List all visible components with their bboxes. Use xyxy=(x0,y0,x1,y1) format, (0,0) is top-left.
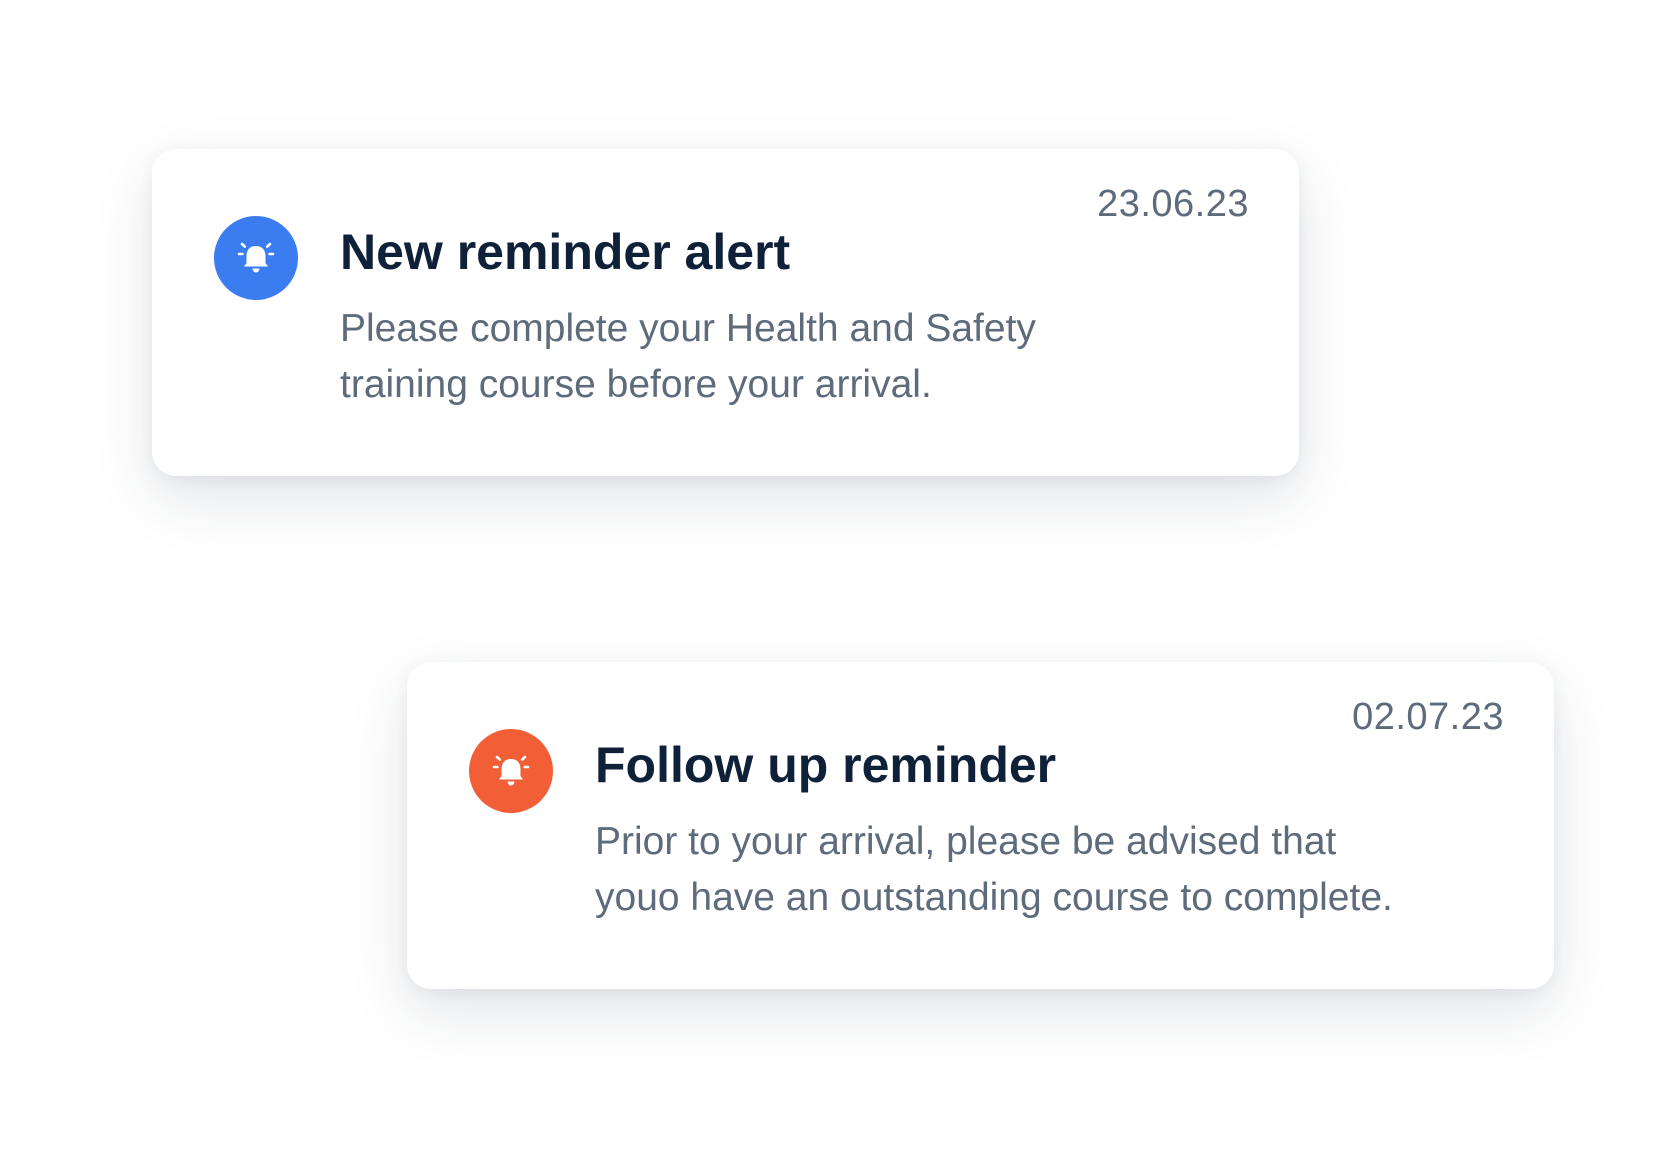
bell-alert-icon xyxy=(214,216,298,300)
notification-date: 23.06.23 xyxy=(1097,183,1249,225)
notification-message-line: youo have an outstanding course to compl… xyxy=(595,876,1393,919)
notification-message: Please complete your Health and Safety t… xyxy=(340,301,1240,413)
notification-message-line: Prior to your arrival, please be advised… xyxy=(595,820,1337,863)
bell-alert-icon xyxy=(469,729,553,813)
notification-date: 02.07.23 xyxy=(1352,696,1504,738)
notification-message-line: Please complete your Health and Safety xyxy=(340,307,1036,350)
notification-title: Follow up reminder xyxy=(595,737,1057,793)
notification-title: New reminder alert xyxy=(340,224,791,280)
notification-message: Prior to your arrival, please be advised… xyxy=(595,814,1495,926)
notification-card[interactable]: 23.06.23 New reminder alert Please compl… xyxy=(152,149,1299,476)
notification-card[interactable]: 02.07.23 Follow up reminder Prior to you… xyxy=(407,662,1554,989)
notification-message-line: training course before your arrival. xyxy=(340,363,932,406)
